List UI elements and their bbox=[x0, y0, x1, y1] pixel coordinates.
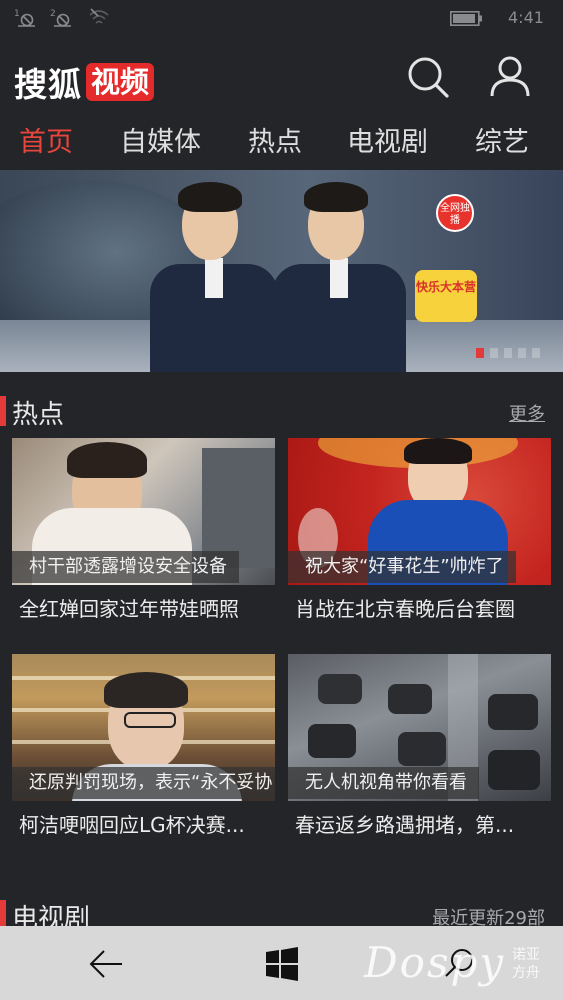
tab-tv-series[interactable]: 电视剧 bbox=[347, 120, 428, 159]
status-time: 4:41 bbox=[508, 8, 544, 27]
video-card[interactable]: 无人机视角带你看看 春运返乡路遇拥堵，第... bbox=[288, 654, 551, 838]
back-button[interactable] bbox=[86, 944, 126, 984]
video-overlay-caption: 无人机视角带你看看 bbox=[288, 767, 479, 799]
app-logo: 搜狐 视频 bbox=[14, 62, 155, 104]
video-card[interactable]: 村干部透露增设安全设备 全红婵回家过年带娃晒照 bbox=[12, 438, 275, 622]
windows-logo-icon bbox=[266, 947, 298, 981]
carousel-dot[interactable] bbox=[504, 348, 512, 358]
windows-start-button[interactable] bbox=[262, 944, 302, 984]
sim2-signal-icon: 2 bbox=[50, 7, 72, 27]
video-thumbnail[interactable]: 村干部透露增设安全设备 bbox=[12, 438, 275, 585]
section-accent-bar bbox=[0, 396, 6, 426]
video-title[interactable]: 肖战在北京春晚后台套圈 bbox=[288, 593, 551, 622]
hot-more-link[interactable]: 更多 bbox=[509, 400, 545, 426]
video-card[interactable]: 祝大家“好事花生”帅炸了 肖战在北京春晚后台套圈 bbox=[288, 438, 551, 622]
back-arrow-icon bbox=[89, 950, 122, 978]
sim1-signal-icon: 1 bbox=[14, 7, 36, 27]
tab-we-media[interactable]: 自媒体 bbox=[120, 120, 201, 159]
video-overlay-caption: 村干部透露增设安全设备 bbox=[12, 551, 239, 583]
carousel-dot[interactable] bbox=[476, 348, 484, 358]
tab-variety[interactable]: 综艺 bbox=[475, 120, 529, 159]
video-title[interactable]: 柯洁哽咽回应LG杯决赛... bbox=[12, 809, 275, 838]
video-title[interactable]: 全红婵回家过年带娃晒照 bbox=[12, 593, 275, 622]
hot-section-header: 热点 更多 bbox=[0, 394, 563, 430]
video-thumbnail[interactable]: 还原判罚现场，表示“永不妥协 bbox=[12, 654, 275, 801]
wifi-off-icon bbox=[88, 7, 110, 27]
carousel-dot[interactable] bbox=[532, 348, 540, 358]
watermark: Dospy bbox=[364, 938, 506, 987]
tab-home[interactable]: 首页 bbox=[19, 120, 73, 159]
app-header: 搜狐 视频 bbox=[0, 50, 563, 112]
user-profile-button[interactable] bbox=[487, 54, 533, 100]
category-tabs: 首页 自媒体 热点 电视剧 综艺 bbox=[0, 116, 563, 164]
show-logo-badge: 快乐大本营 bbox=[415, 270, 477, 322]
video-thumbnail[interactable]: 无人机视角带你看看 bbox=[288, 654, 551, 801]
watermark-sub: 诺亚方舟 bbox=[512, 947, 540, 981]
logo-text: 搜狐 bbox=[14, 65, 82, 104]
search-button[interactable] bbox=[405, 54, 451, 100]
user-icon bbox=[490, 56, 530, 97]
video-title[interactable]: 春运返乡路遇拥堵，第... bbox=[288, 809, 551, 838]
tab-hot[interactable]: 热点 bbox=[248, 120, 302, 159]
battery-icon bbox=[450, 11, 483, 26]
video-thumbnail[interactable]: 祝大家“好事花生”帅炸了 bbox=[288, 438, 551, 585]
video-overlay-caption: 祝大家“好事花生”帅炸了 bbox=[288, 551, 516, 583]
video-card[interactable]: 还原判罚现场，表示“永不妥协 柯洁哽咽回应LG杯决赛... bbox=[12, 654, 275, 838]
logo-badge: 视频 bbox=[86, 63, 155, 101]
search-icon bbox=[408, 57, 449, 98]
carousel-dot[interactable] bbox=[518, 348, 526, 358]
status-bar: 1 2 4:41 bbox=[0, 0, 563, 36]
svg-text:2: 2 bbox=[50, 9, 56, 19]
exclusive-badge: 全网独播 bbox=[436, 194, 474, 232]
carousel-dots bbox=[476, 348, 540, 358]
video-overlay-caption: 还原判罚现场，表示“永不妥协 bbox=[12, 767, 275, 799]
banner-carousel[interactable]: 全网独播 快乐大本营 bbox=[0, 170, 563, 372]
carousel-dot[interactable] bbox=[490, 348, 498, 358]
svg-text:1: 1 bbox=[14, 9, 20, 19]
hot-section-title: 热点 bbox=[12, 400, 65, 430]
